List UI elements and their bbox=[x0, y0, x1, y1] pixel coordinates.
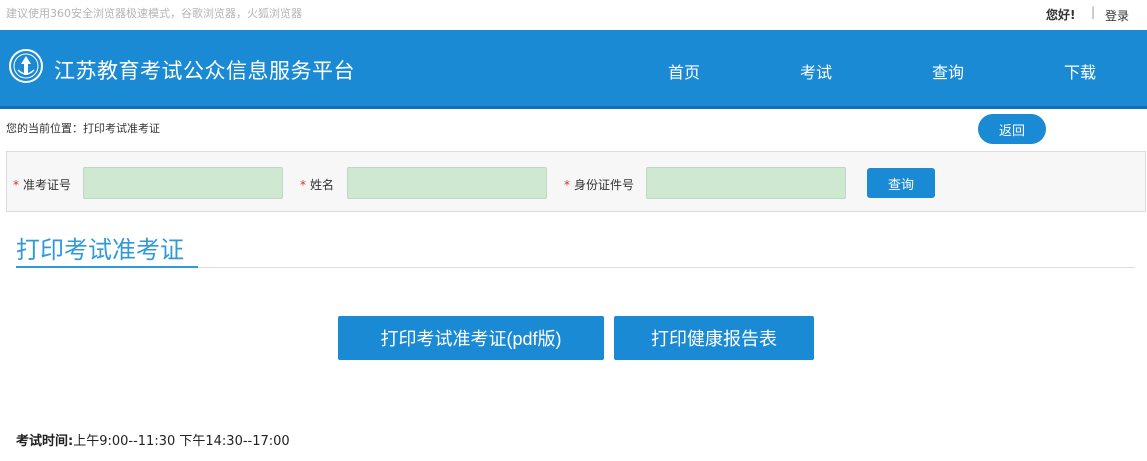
breadcrumb: 您的当前位置：打印考试准考证 bbox=[6, 122, 160, 135]
required-mark: * bbox=[300, 178, 306, 192]
nav-download[interactable]: 下载 bbox=[1064, 59, 1096, 83]
greeting: 您好! bbox=[1046, 8, 1076, 22]
print-health-report-button[interactable]: 打印健康报告表 bbox=[614, 316, 814, 360]
name-label-text: 姓名 bbox=[310, 178, 335, 192]
title-underline bbox=[16, 266, 198, 268]
login-link[interactable]: 登录 bbox=[1105, 7, 1129, 24]
section-title: 打印考试准考证 bbox=[16, 236, 184, 264]
id-number-label: * 身份证件号 bbox=[564, 176, 634, 193]
admission-number-label: * 准考证号 bbox=[13, 176, 71, 193]
admission-number-input[interactable] bbox=[83, 167, 283, 199]
top-bar: 建议使用360安全浏览器极速模式，谷歌浏览器，火狐浏览器 您好! | 登录 bbox=[0, 0, 1147, 30]
id-number-input[interactable] bbox=[646, 167, 846, 199]
print-admission-pdf-button[interactable]: 打印考试准考证(pdf版) bbox=[338, 316, 604, 360]
exam-time-value: 上午9:00--11:30 下午14:30--17:00 bbox=[73, 434, 290, 449]
site-header: 江苏教育考试公众信息服务平台 首页 考试 查询 下载 bbox=[0, 30, 1147, 109]
nav-exam[interactable]: 考试 bbox=[800, 59, 832, 83]
name-label: * 姓名 bbox=[300, 176, 334, 193]
nav-home[interactable]: 首页 bbox=[668, 59, 700, 83]
nav-query[interactable]: 查询 bbox=[932, 59, 964, 83]
exam-time: 考试时间:上午9:00--11:30 下午14:30--17:00 bbox=[16, 430, 290, 449]
required-mark: * bbox=[13, 178, 19, 192]
back-button[interactable]: 返回 bbox=[978, 114, 1046, 144]
site-title[interactable]: 江苏教育考试公众信息服务平台 bbox=[54, 55, 355, 85]
required-mark: * bbox=[564, 178, 570, 192]
search-panel: * 准考证号 * 姓名 * 身份证件号 查询 bbox=[6, 151, 1146, 212]
browser-tip: 建议使用360安全浏览器极速模式，谷歌浏览器，火狐浏览器 bbox=[6, 7, 302, 20]
exam-emblem-icon[interactable] bbox=[8, 48, 44, 84]
separator: | bbox=[1091, 5, 1096, 19]
admission-number-label-text: 准考证号 bbox=[23, 178, 72, 192]
name-input[interactable] bbox=[347, 167, 547, 199]
query-button[interactable]: 查询 bbox=[867, 168, 935, 198]
id-number-label-text: 身份证件号 bbox=[574, 178, 635, 192]
exam-time-label: 考试时间: bbox=[16, 434, 74, 449]
